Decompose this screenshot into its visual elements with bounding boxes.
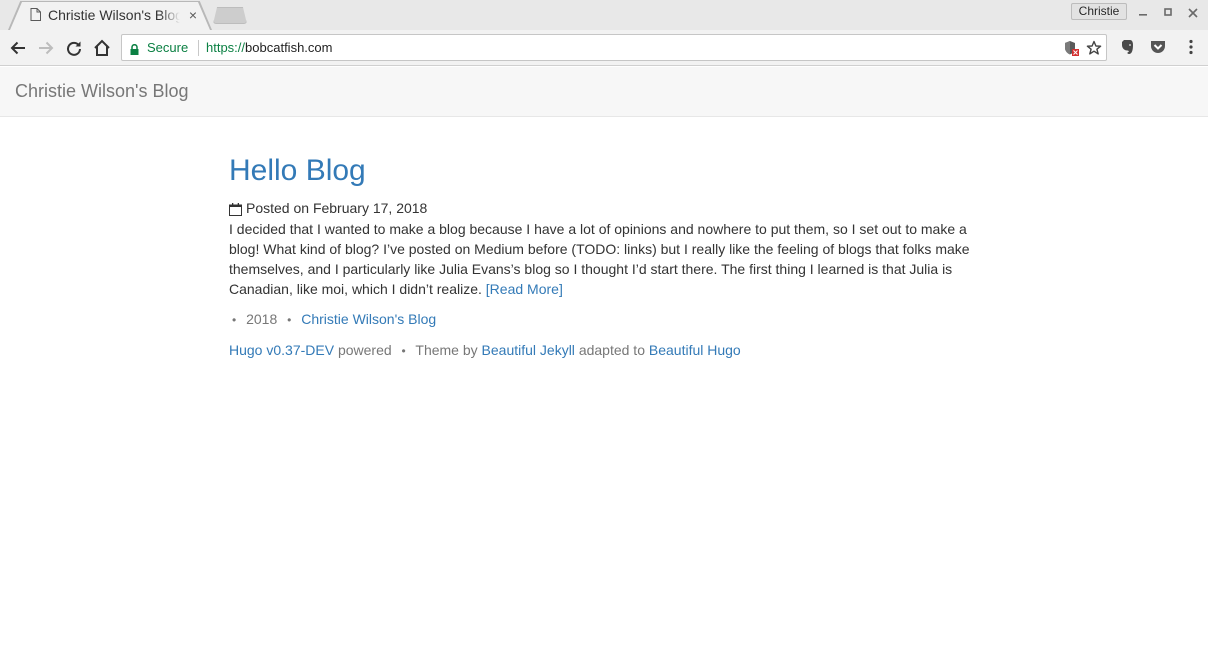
back-arrow-icon[interactable] — [7, 37, 29, 59]
lock-icon[interactable] — [130, 42, 139, 55]
maximize-icon[interactable] — [1159, 4, 1177, 22]
url-scheme: https:// — [206, 40, 246, 55]
browser-menu-icon[interactable] — [1182, 38, 1200, 56]
separator-bullet: • — [401, 344, 406, 358]
tab-title[interactable]: Christie Wilson's Blog — [48, 7, 180, 23]
new-tab-button[interactable] — [213, 7, 247, 24]
separator-bullet: • — [287, 313, 292, 327]
post-excerpt: I decided that I wanted to make a blog b… — [229, 219, 979, 299]
reload-icon[interactable] — [63, 37, 85, 59]
bookmark-star-icon[interactable] — [1086, 40, 1102, 56]
blocked-content-shield-icon[interactable] — [1063, 40, 1079, 56]
close-window-icon[interactable] — [1184, 4, 1202, 22]
pocket-extension-icon[interactable] — [1149, 38, 1167, 56]
page-viewport: Christie Wilson's Blog Christie Wilson's… — [0, 67, 1208, 670]
profile-button[interactable]: Christie — [1071, 3, 1127, 20]
home-icon[interactable] — [91, 37, 113, 59]
post-tags: • 2018 • Christie Wilson's Blog — [229, 309, 979, 330]
post-preview: Hello Blog Posted on February 17, 2018 I… — [229, 153, 979, 361]
hugo-link[interactable]: Hugo v0.37-DEV — [229, 342, 334, 358]
post-title-link[interactable]: Hello Blog — [229, 153, 366, 189]
post-date: Posted on February 17, 2018 — [246, 200, 428, 216]
separator-bullet: • — [232, 313, 237, 327]
beautiful-jekyll-link[interactable]: Beautiful Jekyll — [482, 342, 575, 358]
adapted-to-text: adapted to — [578, 342, 645, 358]
navbar-brand-link[interactable]: Christie Wilson's Blog — [15, 81, 189, 101]
read-more-link[interactable]: [Read More] — [486, 281, 563, 297]
calendar-icon — [229, 202, 242, 216]
theme-by-text: Theme by — [415, 342, 478, 358]
powered-text: powered — [337, 342, 392, 358]
site-link[interactable]: Christie Wilson's Blog — [301, 311, 436, 327]
theme-credits: Hugo v0.37-DEV powered • Theme by Beauti… — [229, 340, 979, 361]
year-label: 2018 — [246, 311, 278, 327]
tab-close-icon[interactable]: × — [186, 7, 200, 23]
url-host: bobcatfish.com — [245, 40, 333, 55]
evernote-extension-icon[interactable] — [1118, 38, 1136, 56]
url-text[interactable]: https://bobcatfish.com — [206, 40, 332, 55]
site-navbar: Christie Wilson's Blog — [0, 67, 1208, 117]
forward-arrow-icon[interactable] — [35, 37, 57, 59]
post-meta: Posted on February 17, 2018 — [229, 199, 979, 217]
omnibox-divider — [198, 40, 199, 56]
minimize-icon[interactable] — [1134, 4, 1152, 22]
tab-strip: Christie Wilson's Blog × Christie — [0, 0, 1208, 30]
post-excerpt-text: I decided that I wanted to make a blog b… — [229, 221, 970, 297]
browser-toolbar: Secure https://bobcatfish.com — [0, 30, 1208, 66]
beautiful-hugo-link[interactable]: Beautiful Hugo — [649, 342, 741, 358]
document-icon — [30, 8, 41, 21]
security-label[interactable]: Secure — [147, 40, 188, 55]
address-bar[interactable]: Secure https://bobcatfish.com — [121, 34, 1107, 61]
